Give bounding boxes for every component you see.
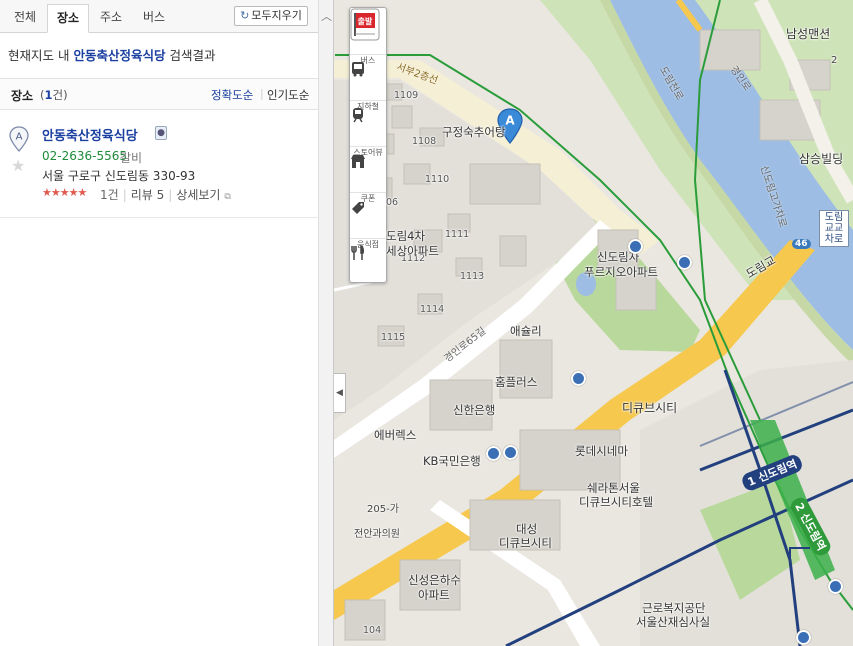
refresh-icon: ↻: [240, 9, 250, 22]
block-label: 06: [386, 197, 399, 208]
results-header: 장소 (1건) 정확도순 | 인기도순: [0, 78, 318, 110]
poi-label[interactable]: 애슐리: [510, 323, 542, 339]
review-link[interactable]: 리뷰 5: [131, 188, 165, 202]
poi-label[interactable]: 도림4차: [386, 228, 425, 244]
tab-address[interactable]: 주소: [91, 4, 131, 33]
poi-label[interactable]: 에버렉스: [374, 427, 416, 443]
poi-label[interactable]: 서울산재심사실: [636, 614, 710, 630]
toolbar-restaurant-button[interactable]: 음식점: [350, 238, 386, 284]
map-view[interactable]: ◀ 출발 버스 지하철 스토어뷰 쿠폰 음식점 A 남성맨션 2 삼승빌딩 구정…: [334, 0, 853, 646]
favorite-star-icon[interactable]: ★: [11, 156, 25, 175]
rating-count: 1건: [100, 188, 119, 202]
block-label: 1113: [460, 271, 485, 282]
line1-icon: 1: [745, 474, 758, 489]
poi-label[interactable]: 세상아파트: [386, 243, 439, 259]
tab-bus[interactable]: 버스: [133, 4, 175, 33]
intersection-sign: 도림교교차로: [819, 210, 849, 247]
poi-label[interactable]: 신성은하수: [408, 572, 461, 588]
block-label: 1108: [412, 136, 437, 147]
toolbar-subway-button[interactable]: 지하철: [350, 100, 386, 146]
poi-label[interactable]: 디큐브시티호텔: [579, 494, 653, 510]
block-label: 1115: [381, 332, 406, 343]
block-label: 1111: [445, 229, 470, 240]
restaurant-icon: [351, 245, 364, 260]
start-flag-icon[interactable]: 출발: [350, 8, 380, 41]
poi-label[interactable]: 삼승빌딩: [799, 150, 843, 167]
external-link-icon: ⧉: [224, 192, 231, 202]
detail-link[interactable]: 상세보기: [176, 188, 220, 202]
sort-accuracy-link[interactable]: 정확도순: [211, 87, 253, 103]
bus-stop-icon[interactable]: [571, 371, 586, 386]
bus-stop-icon[interactable]: [503, 445, 518, 460]
toolbar-storeview-button[interactable]: 스토어뷰: [350, 146, 386, 192]
poi-label[interactable]: 디큐브시티: [499, 535, 552, 551]
search-tabs: 전체 장소 주소 버스 ↻ 모두지우기: [0, 0, 318, 33]
result-address: 서울 구로구 신도림동 330-93: [42, 169, 196, 183]
map-toolbar: 출발 버스 지하철 스토어뷰 쿠폰 음식점: [349, 7, 387, 283]
list-item: A ★ 안동축산정육식당 ● 02-2636-5565 갈비 서울 구로구 신도…: [0, 112, 318, 218]
clear-all-button[interactable]: ↻ 모두지우기: [234, 6, 308, 26]
panel-scrollbar[interactable]: ︿: [318, 0, 333, 646]
bus-stop-icon[interactable]: [628, 239, 643, 254]
meta-divider: |: [168, 188, 173, 202]
toolbar-coupon-button[interactable]: 쿠폰: [350, 192, 386, 238]
caption-keyword: 안동축산정육식당: [73, 48, 166, 63]
block-label: 205-가: [367, 504, 399, 515]
result-category: 갈비: [120, 151, 143, 165]
tab-places[interactable]: 장소: [47, 4, 89, 33]
map-number-label: 2: [831, 55, 838, 66]
caption-suffix: 검색결과: [169, 48, 216, 63]
poi-label[interactable]: 롯데시네마: [575, 443, 628, 459]
svg-text:A: A: [505, 114, 515, 128]
block-label: 1109: [394, 90, 419, 101]
bus-stop-icon[interactable]: [677, 255, 692, 270]
phone-badge-icon: ●: [155, 126, 167, 140]
result-phone: 02-2636-5565: [42, 149, 128, 163]
block-label: 1114: [420, 304, 445, 315]
tab-all[interactable]: 전체: [4, 4, 46, 33]
coupon-icon: [352, 202, 364, 214]
poi-label[interactable]: 구정숙추어탕: [442, 124, 505, 140]
toolbar-bus-button[interactable]: 버스: [350, 54, 386, 100]
poi-label[interactable]: 디큐브시티: [622, 399, 677, 416]
bus-icon: [352, 62, 364, 77]
marker-a-icon[interactable]: A: [9, 126, 29, 152]
store-icon: [351, 155, 365, 168]
scroll-up-icon[interactable]: ︿: [319, 8, 334, 24]
block-label: 1110: [425, 174, 450, 185]
highway-shield: 46: [792, 239, 811, 249]
poi-label[interactable]: 신한은행: [453, 402, 495, 418]
poi-label[interactable]: 푸르지오아파트: [584, 264, 658, 280]
clear-all-label: 모두지우기: [251, 9, 302, 22]
rating-stars-icon: ★★★★★: [42, 186, 87, 199]
poi-label[interactable]: 전안과의원: [354, 525, 400, 540]
poi-label[interactable]: 남성맨션: [786, 25, 830, 42]
poi-label[interactable]: 홈플러스: [495, 374, 537, 390]
collapse-panel-button[interactable]: ◀: [334, 373, 346, 413]
bus-stop-icon[interactable]: [796, 630, 811, 645]
sort-popular-link[interactable]: 인기도순: [267, 87, 309, 103]
poi-label[interactable]: 아파트: [418, 587, 450, 603]
caption-prefix: 현재지도 내: [8, 48, 70, 63]
result-meta: 1건 | 리뷰 5 | 상세보기 ⧉: [100, 186, 231, 203]
bus-stop-icon[interactable]: [828, 579, 843, 594]
subway-icon: [353, 108, 363, 123]
poi-label[interactable]: KB국민은행: [423, 453, 481, 469]
result-name-link[interactable]: 안동축산정육식당: [42, 125, 138, 144]
results-count: (1건): [40, 88, 68, 102]
results-title: 장소: [11, 89, 34, 103]
block-label: 104: [363, 625, 382, 636]
search-caption: 현재지도 내 안동축산정육식당 검색결과: [8, 45, 215, 64]
meta-divider: |: [122, 188, 127, 202]
search-panel: 전체 장소 주소 버스 ↻ 모두지우기 ︿ 현재지도 내 안동축산정육식당 검색결…: [0, 0, 334, 646]
svg-text:출발: 출발: [358, 16, 373, 26]
bus-stop-icon[interactable]: [486, 446, 501, 461]
svg-text:A: A: [16, 132, 23, 143]
sort-divider: |: [260, 87, 264, 100]
